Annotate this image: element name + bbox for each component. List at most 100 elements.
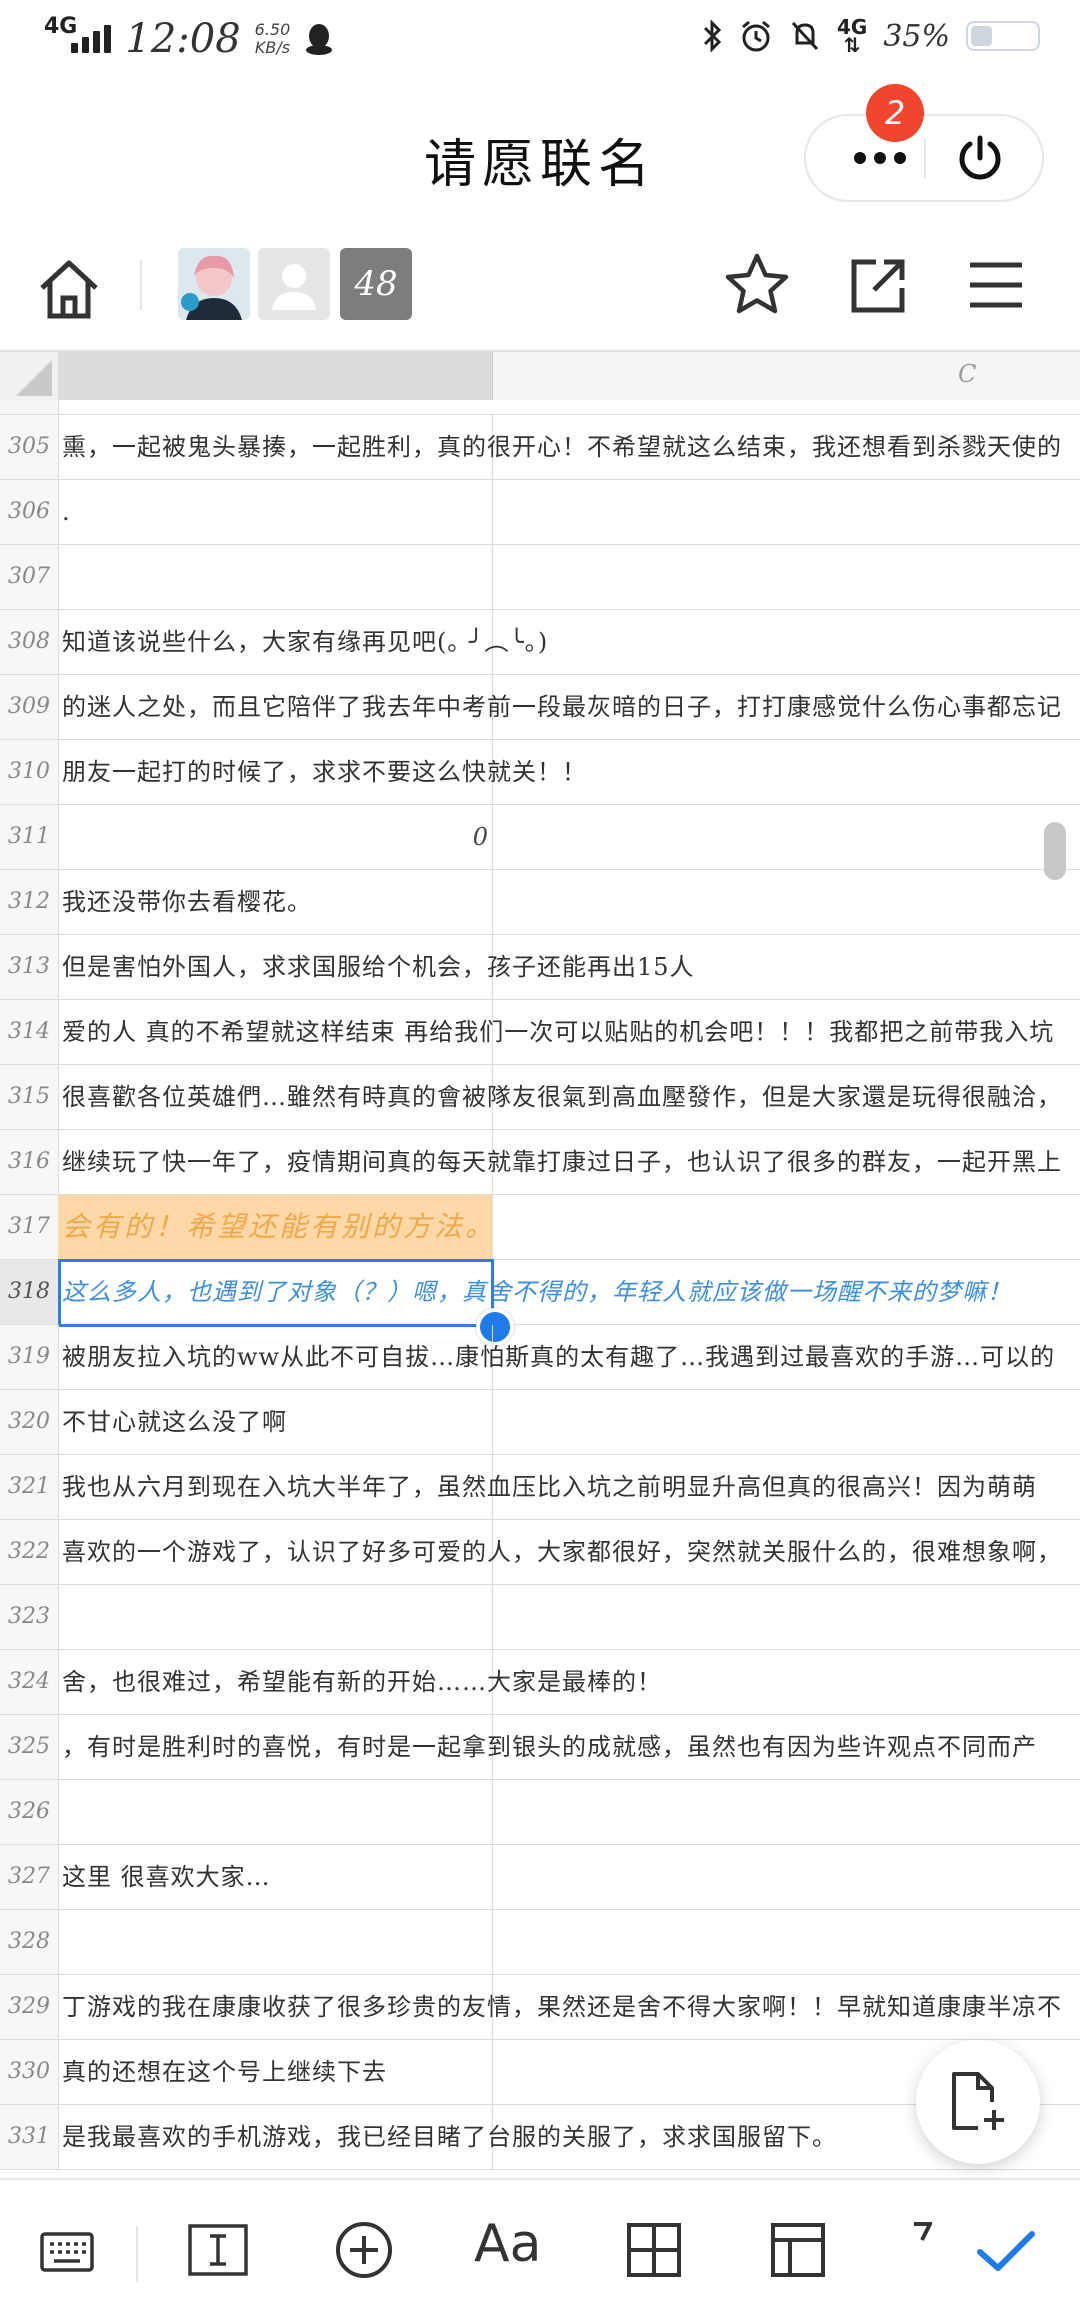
table-row[interactable]: 329 丁游戏的我在康康收获了很多珍贵的友情，果然还是舍不得大家啊！！早就知道康康… — [0, 1975, 1080, 2040]
bluetooth-icon — [703, 19, 722, 53]
cell-b[interactable] — [58, 1910, 493, 1974]
row-number[interactable]: 328 — [0, 1910, 59, 1974]
row-number[interactable]: 317 — [0, 1195, 59, 1259]
default-user-icon — [258, 248, 330, 320]
cell-text: 不甘心就这么没了啊 — [62, 1408, 287, 1436]
table-row[interactable]: 317 会有的！希望还能有别的方法。 — [0, 1195, 1080, 1260]
row-number[interactable]: 316 — [0, 1130, 59, 1194]
row-number[interactable]: 320 — [0, 1390, 59, 1454]
scrollbar-thumb[interactable] — [1044, 822, 1066, 880]
table-row[interactable]: 310 朋友一起打的时候了，求求不要这么快就关！！ — [0, 740, 1080, 805]
status-left: 4G 12:08 6.50 KB/s — [44, 14, 334, 62]
cell-text: 继续玩了快一年了，疫情期间真的每天就靠打康过日子，也认识了很多的群友，一起开黑上 — [62, 1148, 1062, 1176]
table-row[interactable]: 321 我也从六月到现在入坑大半年了，虽然血压比入坑之前明显升高但真的很高兴！因为… — [0, 1455, 1080, 1520]
row-number[interactable]: 331 — [0, 2105, 59, 2169]
row-number[interactable]: 325 — [0, 1715, 59, 1779]
row-number[interactable]: 315 — [0, 1065, 59, 1129]
signal-indicator: 4G — [44, 14, 112, 53]
cell-value: 0 — [472, 823, 488, 851]
row-number[interactable]: 314 — [0, 1000, 59, 1064]
row-number[interactable]: 327 — [0, 1845, 59, 1909]
dot-icon — [874, 152, 886, 164]
selection-box — [58, 1259, 494, 1327]
table-row[interactable]: 308 知道该说些什么，大家有缘再见吧(｡ ╯︵╰｡) — [0, 610, 1080, 675]
battery-icon — [966, 21, 1040, 51]
keyboard-icon[interactable] — [40, 2232, 94, 2272]
font-format-button[interactable]: Aa — [474, 2214, 541, 2274]
cell-b[interactable] — [58, 1585, 493, 1649]
column-b-header[interactable] — [58, 352, 493, 400]
clock: 12:08 — [125, 16, 241, 62]
row-number[interactable]: 313 — [0, 935, 59, 999]
table-row[interactable]: 328 — [0, 1910, 1080, 1975]
table-row[interactable]: 316 继续玩了快一年了，疫情期间真的每天就靠打康过日子，也认识了很多的群友，一起… — [0, 1130, 1080, 1195]
home-icon[interactable] — [34, 254, 104, 324]
hamburger-menu-icon[interactable] — [968, 260, 1024, 310]
column-c-header[interactable]: C — [492, 352, 1080, 400]
row-number[interactable]: 326 — [0, 1780, 59, 1844]
cell-text: 会有的！希望还能有别的方法。 — [62, 1210, 497, 1243]
table-row[interactable]: 313 但是害怕外国人，求求国服给个机会，孩子还能再出15人 — [0, 935, 1080, 1000]
cell-border-icon[interactable] — [626, 2222, 682, 2278]
table-row[interactable]: 324 舍，也很难过，希望能有新的开始……大家是最棒的！ — [0, 1650, 1080, 1715]
power-exit-icon[interactable] — [952, 130, 1008, 186]
insert-plus-icon[interactable] — [334, 2220, 394, 2280]
cell-b[interactable] — [58, 545, 493, 609]
table-row[interactable]: 319 被朋友拉入坑的ww从此不可自拔…康怕斯真的太有趣了…我遇到过最喜欢的手游…… — [0, 1325, 1080, 1390]
text-input-icon[interactable] — [188, 2224, 248, 2276]
table-row[interactable]: 322 喜欢的一个游戏了，认识了好多可爱的人，大家都很好，突然就关服什么的，很难想… — [0, 1520, 1080, 1585]
bottom-divider — [136, 2226, 138, 2282]
avatar[interactable] — [258, 248, 330, 320]
mute-bell-icon — [791, 21, 819, 51]
table-row[interactable]: 318 这么多人，也遇到了对象（？）嗯，真舍不得的，年轻人就应该做一场醒不来的梦嘛… — [0, 1259, 1080, 1346]
spreadsheet-grid[interactable]: C 305 熏，一起被鬼头暴揍，一起胜利，真的很开心！不希望就这么结束，我还想看到… — [0, 352, 1080, 2172]
table-row[interactable]: 312 我还没带你去看樱花。 — [0, 870, 1080, 935]
row-number[interactable]: 310 — [0, 740, 59, 804]
row-number[interactable]: 324 — [0, 1650, 59, 1714]
table-row[interactable]: 309 的迷人之处，而且它陪伴了我去年中考前一段最灰暗的日子，打打康感觉什么伤心事… — [0, 675, 1080, 740]
cell-text: 我也从六月到现在入坑大半年了，虽然血压比入坑之前明显升高但真的很高兴！因为萌萌 — [62, 1473, 1037, 1501]
row-number[interactable]: 318 — [0, 1260, 59, 1324]
table-row[interactable]: 307 — [0, 545, 1080, 610]
cell-text: . — [62, 498, 71, 526]
confirm-check-icon[interactable] — [976, 2228, 1036, 2274]
row-number[interactable]: 307 — [0, 545, 59, 609]
row-number[interactable]: 308 — [0, 610, 59, 674]
row-number[interactable]: 309 — [0, 675, 59, 739]
cell-text: 爱的人 真的不希望就这样结束 再给我们一次可以贴贴的机会吧！！！我都把之前带我入… — [62, 1018, 1055, 1046]
row-number[interactable]: 311 — [0, 805, 59, 869]
table-row[interactable]: 323 — [0, 1585, 1080, 1650]
table-row[interactable]: 314 爱的人 真的不希望就这样结束 再给我们一次可以贴贴的机会吧！！！我都把之前… — [0, 1000, 1080, 1065]
row-number[interactable]: 319 — [0, 1325, 59, 1389]
row-number[interactable]: 330 — [0, 2040, 59, 2104]
table-row[interactable]: 325 ，有时是胜利时的喜悦，有时是一起拿到银头的成就感，虽然也有因为些许观点不同… — [0, 1715, 1080, 1780]
table-row[interactable]: 306. — [0, 480, 1080, 545]
share-icon[interactable] — [846, 254, 910, 318]
star-icon[interactable] — [722, 250, 792, 320]
row-number[interactable]: 305 — [0, 415, 59, 479]
table-layout-icon[interactable] — [770, 2222, 826, 2278]
table-row[interactable]: 315 很喜歡各位英雄們…雖然有時真的會被隊友很氣到高血壓發作，但是大家還是玩得很… — [0, 1065, 1080, 1130]
table-row[interactable]: 311 0 — [0, 805, 1080, 870]
table-row[interactable]: 320 不甘心就这么没了啊 — [0, 1390, 1080, 1455]
row-number[interactable]: 321 — [0, 1455, 59, 1519]
collaborator-count[interactable]: 48 — [340, 248, 412, 320]
row-number[interactable]: 306 — [0, 480, 59, 544]
more-options-button[interactable] — [830, 140, 930, 176]
cell-text: 丁游戏的我在康康收获了很多珍贵的友情，果然还是舍不得大家啊！！早就知道康康半凉不 — [62, 1993, 1062, 2021]
avatar[interactable] — [178, 248, 250, 320]
row-number[interactable]: 322 — [0, 1520, 59, 1584]
table-row[interactable]: 327 这里 很喜欢大家… — [0, 1845, 1080, 1910]
add-sheet-button[interactable] — [916, 2040, 1040, 2164]
table-row[interactable]: 305 熏，一起被鬼头暴揍，一起胜利，真的很开心！不希望就这么结束，我还想看到杀戮… — [0, 415, 1080, 480]
cell-b[interactable] — [58, 480, 493, 544]
row-number[interactable]: 323 — [0, 1585, 59, 1649]
select-all-corner[interactable] — [0, 352, 58, 400]
partial-tool-icon[interactable] — [912, 2220, 932, 2260]
row-number[interactable]: 329 — [0, 1975, 59, 2039]
dot-icon — [854, 152, 866, 164]
toolbar-divider — [140, 260, 142, 310]
cell-b[interactable] — [58, 1780, 493, 1844]
table-row[interactable]: 326 — [0, 1780, 1080, 1845]
row-number[interactable]: 312 — [0, 870, 59, 934]
